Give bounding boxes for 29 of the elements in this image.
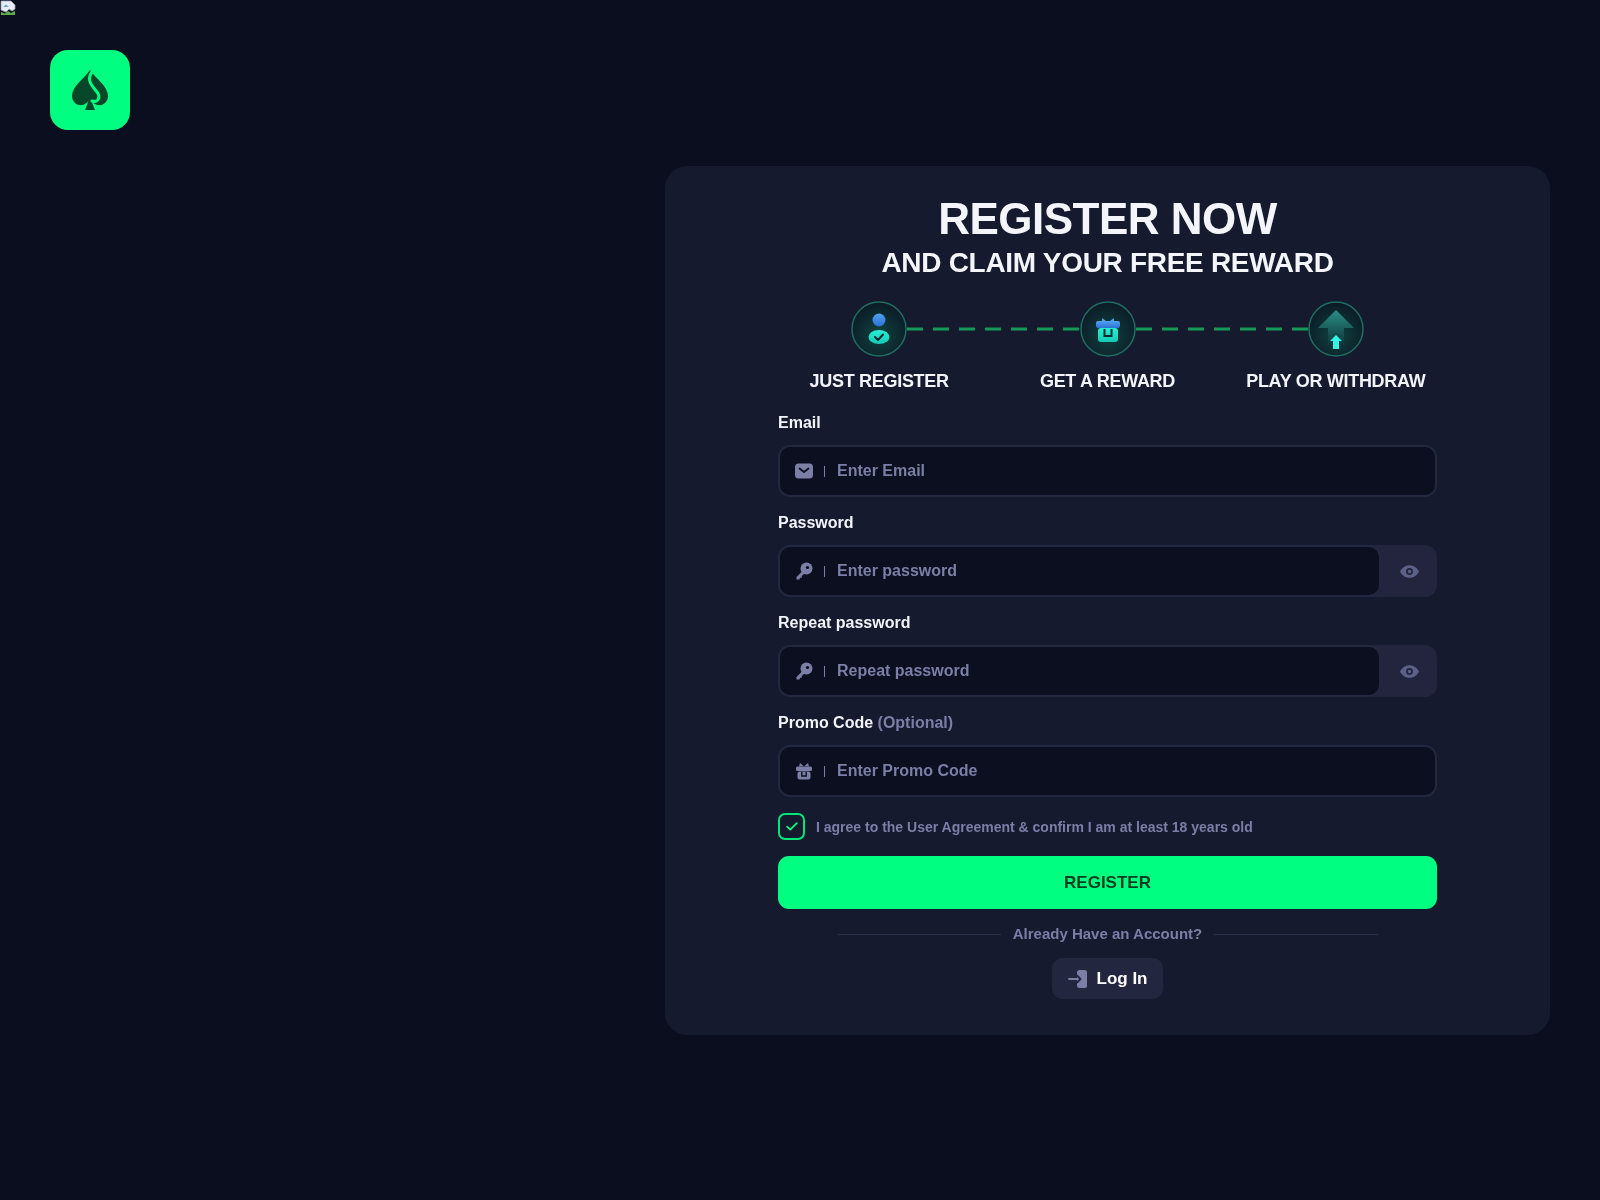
email-field[interactable]: Enter Email xyxy=(778,445,1437,497)
gift-icon xyxy=(795,762,813,780)
gift-box-icon xyxy=(1079,301,1136,357)
broken-image-icon xyxy=(0,0,16,16)
field-label: Email xyxy=(778,413,821,433)
step-label: JUST REGISTER xyxy=(809,370,949,392)
password-field[interactable]: Enter password xyxy=(778,545,1381,597)
eye-icon xyxy=(1399,664,1419,678)
step-label: GET A REWARD xyxy=(1039,370,1176,392)
login-button[interactable]: Log In xyxy=(1051,958,1164,999)
user-check-icon xyxy=(851,301,907,357)
page-subheading: AND CLAIM YOUR FREE REWARD xyxy=(881,247,1334,279)
login-prompt: Already Have an Account? xyxy=(1012,924,1203,944)
promo-code-field[interactable]: Enter Promo Code xyxy=(778,745,1437,797)
login-icon xyxy=(1067,968,1088,989)
page-heading: REGISTER NOW xyxy=(938,195,1277,243)
field-label: Password xyxy=(778,513,854,533)
check-icon xyxy=(785,822,798,831)
register-button[interactable]: REGISTER xyxy=(778,856,1437,909)
step-label: PLAY OR WITHDRAW xyxy=(1246,370,1426,392)
eye-icon xyxy=(1399,564,1419,578)
field-label: Repeat password xyxy=(778,613,911,633)
agreement-text: I agree to the User Agreement & confirm I am at least 18 years old xyxy=(816,817,1253,836)
spade-logo-icon[interactable] xyxy=(50,50,130,130)
key-icon xyxy=(795,662,813,680)
agreement-checkbox[interactable] xyxy=(778,813,805,840)
field-label: Promo Code (Optional) xyxy=(778,713,954,733)
password-field[interactable]: Repeat password xyxy=(778,645,1381,697)
key-icon xyxy=(795,562,813,580)
